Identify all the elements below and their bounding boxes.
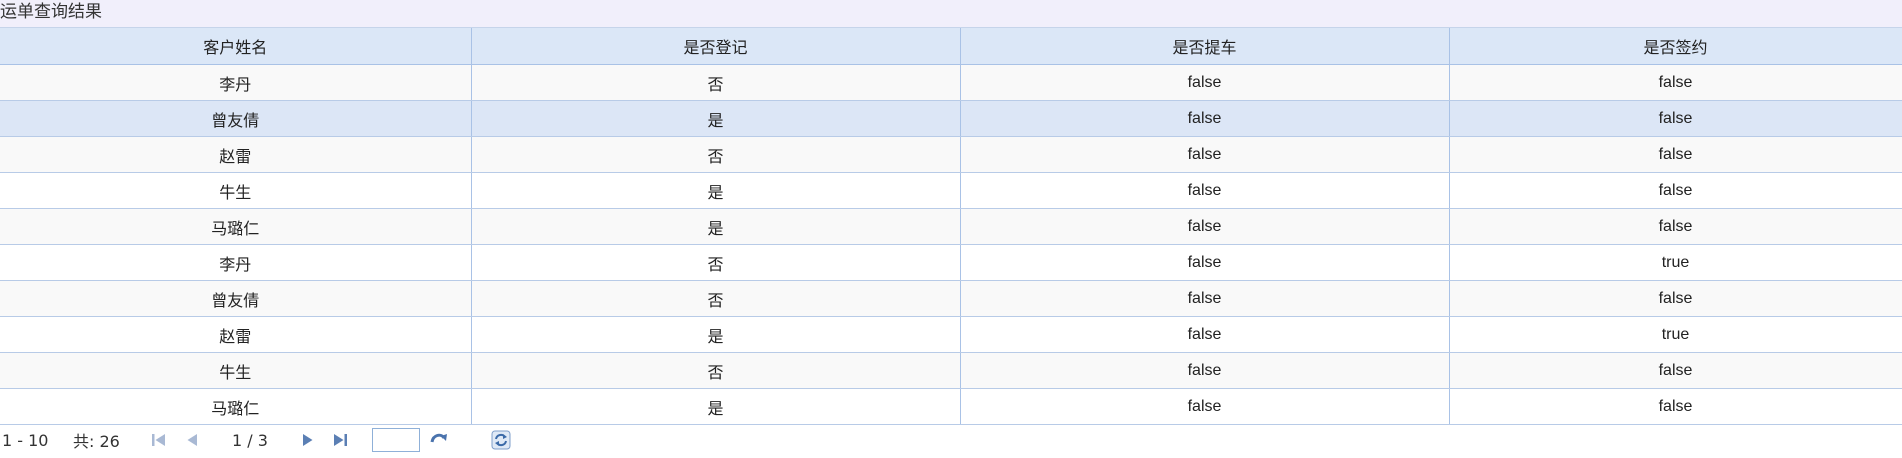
first-page-icon[interactable] xyxy=(148,429,170,451)
cell-registered: 否 xyxy=(471,280,961,317)
cell-customer-name: 曾友倩 xyxy=(0,280,472,317)
table-row[interactable]: 李丹否 false true xyxy=(0,244,1902,281)
cell-customer-name: 牛生 xyxy=(0,352,472,389)
cell-customer-name: 马璐仁 xyxy=(0,208,472,245)
cell-registered: 是 xyxy=(471,316,961,353)
table-row[interactable]: 马璐仁是 false false xyxy=(0,208,1902,245)
cell-signed: false xyxy=(1449,100,1902,137)
go-to-page-icon[interactable] xyxy=(428,429,450,451)
page-indicator: 1 / 3 xyxy=(232,430,268,450)
cell-pickup: false xyxy=(960,352,1450,389)
cell-pickup: false xyxy=(960,208,1450,245)
cell-pickup: false xyxy=(960,244,1450,281)
cell-customer-name: 牛生 xyxy=(0,172,472,209)
column-header-pickup[interactable]: 是否提车 xyxy=(960,28,1450,65)
table-row[interactable]: 牛生否 false false xyxy=(0,352,1902,389)
table-row[interactable]: 赵雷否 false false xyxy=(0,136,1902,173)
cell-signed: false xyxy=(1449,208,1902,245)
panel-title: 运单查询结果 xyxy=(0,0,1902,28)
results-table: 客户姓名 是否登记 是否提车 是否签约 李丹否 false false 曾友倩是 fal… xyxy=(0,28,1902,425)
table-row[interactable]: 牛生是 false false xyxy=(0,172,1902,209)
table-row[interactable]: 曾友倩是 false false xyxy=(0,100,1902,137)
cell-customer-name: 李丹 xyxy=(0,244,472,281)
cell-pickup: false xyxy=(960,172,1450,209)
column-header-signed[interactable]: 是否签约 xyxy=(1449,28,1902,65)
cell-customer-name: 赵雷 xyxy=(0,316,472,353)
cell-pickup: false xyxy=(960,316,1450,353)
cell-registered: 是 xyxy=(471,172,961,209)
table-row[interactable]: 曾友倩否 false false xyxy=(0,280,1902,317)
cell-customer-name: 曾友倩 xyxy=(0,100,472,137)
cell-registered: 否 xyxy=(471,64,961,101)
column-header-registered[interactable]: 是否登记 xyxy=(471,28,961,65)
table-row[interactable]: 赵雷是 false true xyxy=(0,316,1902,353)
cell-registered: 是 xyxy=(471,100,961,137)
refresh-icon[interactable] xyxy=(490,429,512,451)
cell-pickup: false xyxy=(960,100,1450,137)
cell-signed: false xyxy=(1449,136,1902,173)
cell-customer-name: 马璐仁 xyxy=(0,388,472,425)
table-row[interactable]: 马璐仁是 false false xyxy=(0,388,1902,425)
cell-pickup: false xyxy=(960,64,1450,101)
record-total: 共: 26 xyxy=(73,432,120,451)
cell-registered: 否 xyxy=(471,352,961,389)
cell-pickup: false xyxy=(960,388,1450,425)
table-header-row: 客户姓名 是否登记 是否提车 是否签约 xyxy=(0,28,1902,65)
previous-page-icon[interactable] xyxy=(181,429,203,451)
cell-signed: false xyxy=(1449,172,1902,209)
page-number-input[interactable] xyxy=(372,428,420,452)
cell-pickup: false xyxy=(960,280,1450,317)
cell-registered: 否 xyxy=(471,136,961,173)
next-page-icon[interactable] xyxy=(297,429,319,451)
cell-registered: 是 xyxy=(471,388,961,425)
column-header-customer-name[interactable]: 客户姓名 xyxy=(0,28,472,65)
cell-pickup: false xyxy=(960,136,1450,173)
last-page-icon[interactable] xyxy=(329,429,351,451)
cell-registered: 否 xyxy=(471,244,961,281)
record-range: 1 - 10 xyxy=(2,430,49,450)
cell-customer-name: 赵雷 xyxy=(0,136,472,173)
cell-signed: false xyxy=(1449,280,1902,317)
pagination-bar: 1 - 10 共: 26 1 / 3 xyxy=(0,422,1902,458)
cell-customer-name: 李丹 xyxy=(0,64,472,101)
cell-signed: true xyxy=(1449,244,1902,281)
cell-signed: false xyxy=(1449,352,1902,389)
cell-signed: false xyxy=(1449,64,1902,101)
cell-signed: false xyxy=(1449,388,1902,425)
cell-registered: 是 xyxy=(471,208,961,245)
table-row[interactable]: 李丹否 false false xyxy=(0,64,1902,101)
cell-signed: true xyxy=(1449,316,1902,353)
